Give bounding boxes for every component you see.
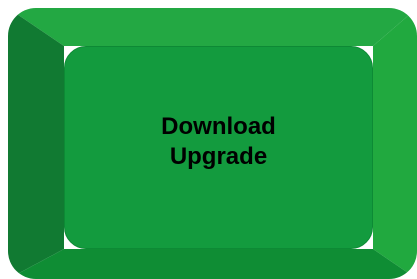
- top-bevel: [8, 8, 417, 46]
- bottom-bevel: [8, 249, 417, 279]
- button-face[interactable]: Download Upgrade: [64, 46, 373, 249]
- button-label-line-2: Upgrade: [169, 142, 268, 170]
- left-bevel: [8, 8, 64, 279]
- canvas: Download Upgrade: [0, 0, 417, 279]
- download-upgrade-button[interactable]: Download Upgrade: [8, 8, 417, 279]
- button-label-line-1: Download: [161, 112, 276, 140]
- right-bevel: [373, 8, 417, 279]
